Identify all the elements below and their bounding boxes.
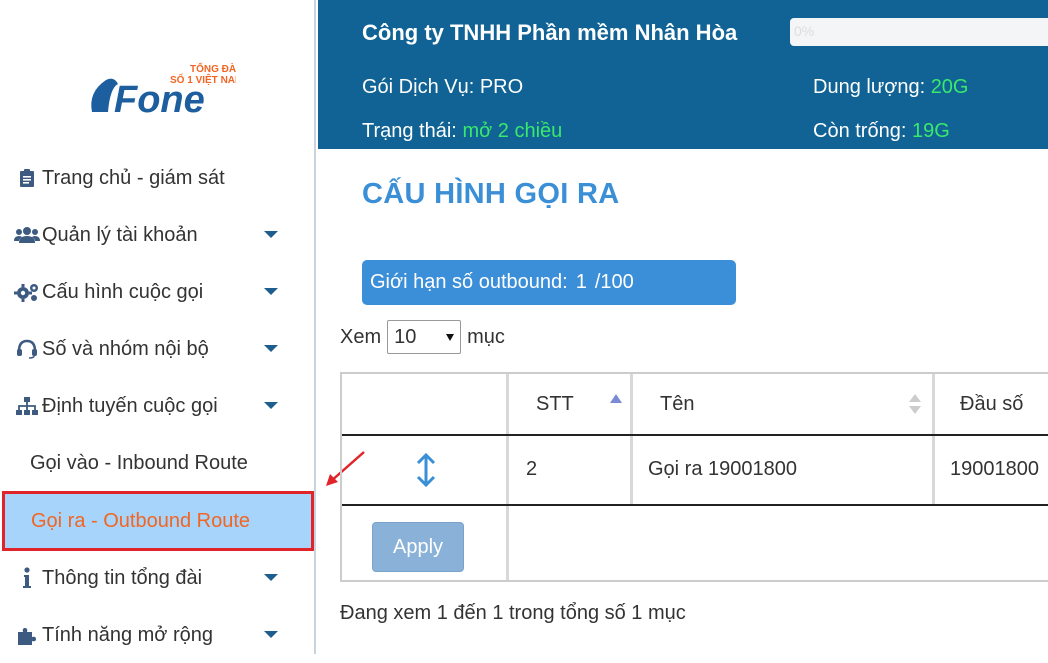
table-cell-name: Gọi ra 19001800 — [648, 457, 798, 480]
free-value: 19G — [911, 120, 950, 142]
outbound-limit-badge: Giới hạn số outbound: 1 /100 — [362, 260, 736, 305]
logo-tagline-2: SỐ 1 VIỆT NAM — [170, 72, 236, 86]
sidebar-item-label: Tính năng mở rộng — [42, 623, 213, 646]
column-divider — [506, 374, 509, 580]
limit-label: Giới hạn số outbound: — [370, 271, 568, 293]
status-value: mở 2 chiều — [462, 120, 563, 142]
limit-value: 1 — [575, 271, 587, 293]
info-icon — [14, 567, 40, 589]
sidebar-subitem-label: Gọi ra - Outbound Route — [31, 509, 251, 532]
column-header-name[interactable]: Tên — [660, 374, 694, 434]
sort-asc-icon[interactable] — [610, 394, 622, 403]
column-header-stt[interactable]: STT — [536, 374, 574, 434]
plan-label: Gói Dịch Vụ: PRO — [362, 76, 524, 98]
apply-button[interactable]: Apply — [372, 522, 464, 572]
drag-reorder-icon[interactable] — [414, 452, 438, 488]
sidebar-subitem-inbound-route[interactable]: Gọi vào - Inbound Route — [0, 435, 316, 491]
status-line: Trạng thái: mở 2 chiều — [362, 120, 562, 143]
account-header: Công ty TNHH Phần mềm Nhân Hòa 0% Gói Dị… — [318, 0, 1048, 149]
sidebar-item-label: Trang chủ - giám sát — [42, 166, 225, 189]
outbound-route-table: STT Tên Đầu số 2 Gọi ra 19001800 1900180… — [340, 372, 1048, 582]
column-header-prefix[interactable]: Đầu số — [960, 374, 1023, 434]
chevron-down-icon[interactable] — [264, 402, 278, 409]
sidebar-item-label: Cấu hình cuộc gọi — [42, 280, 204, 303]
capacity-label: Dung lượng: — [813, 76, 926, 98]
page-length-value: 10 — [394, 325, 417, 348]
sidebar-item-accounts[interactable]: Quản lý tài khoản — [0, 207, 316, 263]
limit-max: /100 — [594, 271, 634, 293]
sidebar-item-label: Số và nhóm nội bộ — [42, 337, 209, 360]
free-label: Còn trống: — [813, 120, 907, 142]
chevron-down-icon[interactable] — [264, 288, 278, 295]
sidebar-item-call-config[interactable]: Cấu hình cuộc gọi — [0, 264, 316, 320]
dropdown-arrow-icon — [446, 333, 455, 341]
table-info: Đang xem 1 đến 1 trong tổng số 1 mục — [340, 602, 686, 624]
logo-tagline-1: TỔNG ĐÀI — [190, 62, 236, 75]
vfone-logo: Fone TỔNG ĐÀI SỐ 1 VIỆT NAM — [84, 62, 243, 121]
sidebar-item-label: Thông tin tổng đài — [42, 566, 203, 589]
column-divider — [630, 374, 633, 504]
row-divider — [342, 504, 1048, 506]
table-cell-prefix: 19001800 — [950, 457, 1039, 480]
users-icon — [14, 226, 40, 244]
show-suffix: mục — [467, 325, 505, 348]
sidebar-subitem-outbound-route[interactable]: Gọi ra - Outbound Route — [2, 491, 314, 551]
sidebar-item-dashboard[interactable]: Trang chủ - giám sát — [0, 150, 316, 206]
sidebar-item-pbx-info[interactable]: Thông tin tổng đài — [0, 550, 316, 606]
clipboard-icon — [14, 168, 40, 188]
puzzle-icon — [14, 624, 40, 646]
status-label: Trạng thái: — [362, 120, 457, 142]
capacity-value: 20G — [930, 76, 969, 98]
chevron-down-icon[interactable] — [264, 574, 278, 581]
sidebar-item-label: Quản lý tài khoản — [42, 223, 198, 246]
cogs-icon — [14, 282, 40, 302]
free-line: Còn trống: 19G — [813, 120, 950, 143]
sidebar-subitem-label: Gọi vào - Inbound Route — [30, 451, 248, 474]
sidebar-item-routing[interactable]: Định tuyến cuộc gọi — [0, 378, 316, 434]
column-header-label: Tên — [660, 392, 695, 415]
column-divider — [932, 374, 935, 504]
page-title: CẤU HÌNH GỌI RA — [362, 178, 620, 210]
sitemap-icon — [14, 396, 40, 416]
sidebar-item-label: Định tuyến cuộc gọi — [42, 394, 218, 417]
progress-text: 0% — [794, 23, 815, 39]
company-name: Công ty TNHH Phần mềm Nhân Hòa — [362, 20, 738, 45]
chevron-down-icon[interactable] — [264, 631, 278, 638]
chevron-down-icon[interactable] — [264, 231, 278, 238]
column-header-label: Đầu số — [960, 392, 1024, 415]
table-cell-stt: 2 — [526, 457, 538, 480]
show-prefix: Xem — [340, 325, 382, 348]
sidebar-item-extensions[interactable]: Số và nhóm nội bộ — [0, 321, 316, 377]
page-length-select[interactable]: 10 — [387, 320, 462, 354]
chevron-down-icon[interactable] — [264, 345, 278, 352]
column-header-label: STT — [536, 392, 574, 415]
page-length-control: Xem 10 mục — [340, 320, 505, 354]
sidebar-item-extensions-features[interactable]: Tính năng mở rộng — [0, 607, 316, 663]
storage-progress-bar: 0% — [790, 18, 1048, 46]
sidebar: Fone TỔNG ĐÀI SỐ 1 VIỆT NAM Trang chủ - … — [0, 0, 316, 654]
headset-icon — [14, 339, 40, 359]
sort-both-icon[interactable] — [908, 392, 922, 416]
capacity-line: Dung lượng: 20G — [813, 76, 969, 99]
